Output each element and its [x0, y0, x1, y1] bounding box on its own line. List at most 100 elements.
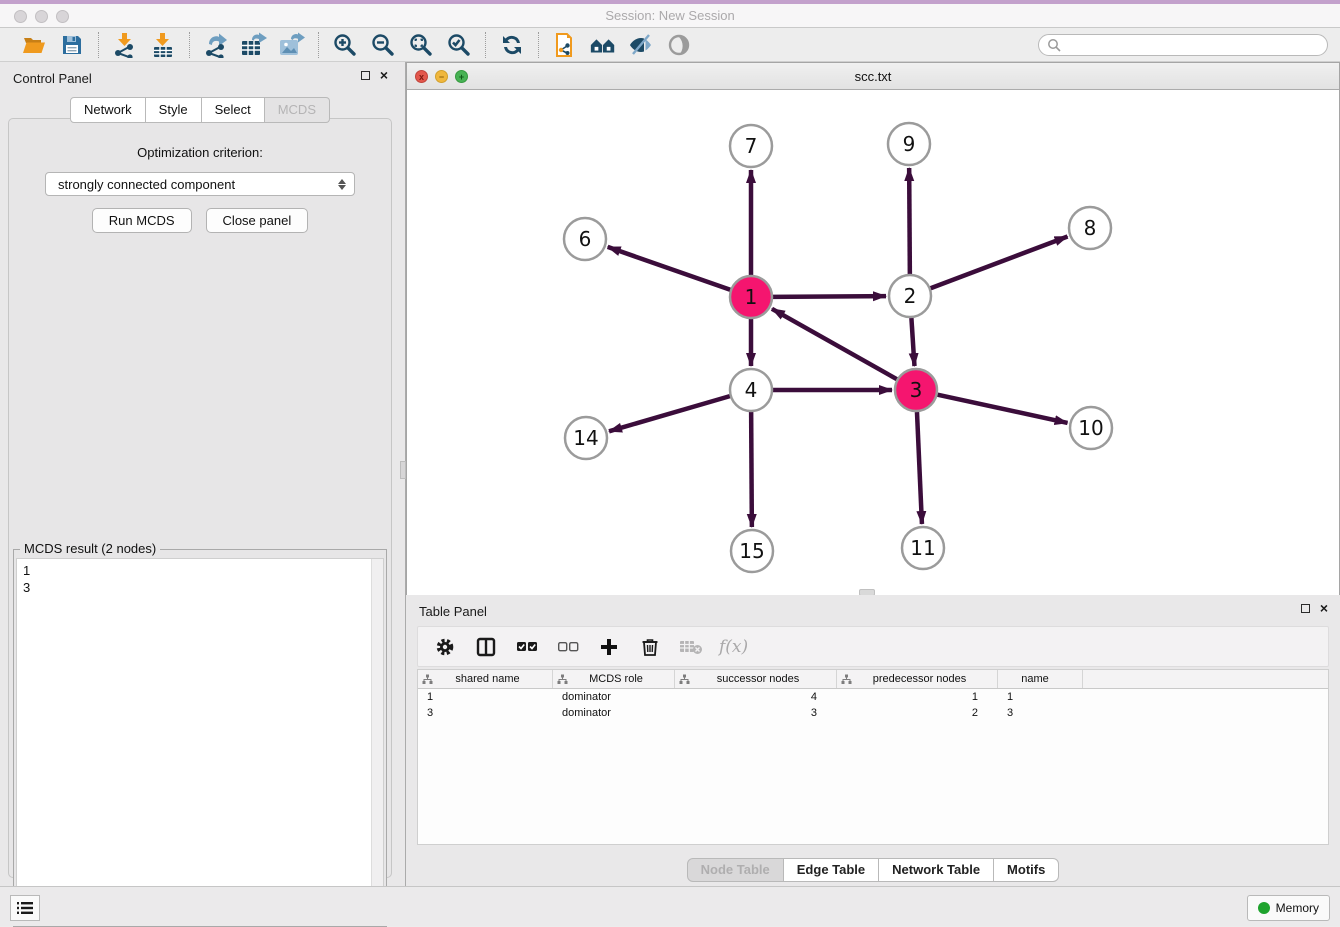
os-titlebar: Session: New Session	[0, 0, 1340, 28]
cell-0-2[interactable]: 4	[675, 691, 837, 703]
table-toolbar: f(x)	[417, 626, 1329, 667]
graph-node-label-11: 11	[910, 536, 935, 560]
close-panel-button[interactable]: Close panel	[206, 208, 309, 233]
control-panel-tabs: Network Style Select MCDS	[0, 97, 400, 123]
settings-gear-icon[interactable]	[432, 634, 458, 660]
export-network-icon[interactable]	[202, 31, 230, 59]
unselect-all-icon[interactable]	[555, 634, 581, 660]
graph-node-label-15: 15	[739, 539, 764, 563]
tab-select[interactable]: Select	[202, 97, 265, 123]
cell-1-1[interactable]: dominator	[553, 707, 675, 719]
network-window-title: scc.txt	[407, 69, 1339, 84]
graph-node-label-2: 2	[904, 284, 917, 308]
titlebar-accent-strip	[0, 0, 1340, 4]
export-image-icon[interactable]	[278, 31, 306, 59]
close-panel-icon[interactable]: ×	[380, 71, 388, 80]
cell-1-4[interactable]: 3	[998, 707, 1083, 719]
graph-edge-2-8[interactable]	[931, 236, 1068, 288]
delete-table-icon	[678, 634, 704, 660]
network-canvas[interactable]: 1234678910111415	[407, 90, 1339, 595]
table-header-row: shared nameMCDS rolesuccessor nodesprede…	[418, 670, 1328, 689]
graph-edge-2-3[interactable]	[911, 318, 914, 366]
graph-edge-1-6[interactable]	[608, 247, 731, 290]
graph-edge-4-15[interactable]	[751, 412, 752, 527]
result-scrollbar[interactable]	[371, 559, 383, 923]
import-network-icon[interactable]	[111, 31, 139, 59]
column-header-name[interactable]: name	[998, 670, 1083, 688]
memory-button[interactable]: Memory	[1247, 895, 1330, 921]
import-table-icon[interactable]	[149, 31, 177, 59]
cell-0-4[interactable]: 1	[998, 691, 1083, 703]
tab-style[interactable]: Style	[146, 97, 202, 123]
tab-motifs[interactable]: Motifs	[994, 858, 1059, 882]
export-table-icon[interactable]	[240, 31, 268, 59]
network-window-titlebar: x − + scc.txt	[407, 63, 1339, 90]
graph-node-label-8: 8	[1084, 216, 1097, 240]
run-mcds-button[interactable]: Run MCDS	[92, 208, 192, 233]
table-panel-title: Table Panel	[419, 604, 487, 619]
network-view-window: x − + scc.txt 1234678910111415	[406, 62, 1340, 595]
zoom-selected-icon[interactable]	[445, 31, 473, 59]
search-field[interactable]	[1038, 34, 1328, 56]
graph-edge-3-10[interactable]	[937, 395, 1067, 423]
select-all-icon[interactable]	[514, 634, 540, 660]
graph-node-label-6: 6	[579, 227, 592, 251]
column-layout-icon[interactable]	[473, 634, 499, 660]
add-column-icon[interactable]	[596, 634, 622, 660]
float-table-panel-icon[interactable]	[1301, 604, 1310, 613]
attribute-tree-icon	[422, 674, 433, 685]
tab-network[interactable]: Network	[70, 97, 146, 123]
search-input[interactable]	[1066, 38, 1319, 52]
cell-0-0[interactable]: 1	[418, 691, 553, 703]
graph-node-label-9: 9	[903, 132, 916, 156]
save-icon[interactable]	[58, 31, 86, 59]
graph-node-label-10: 10	[1078, 416, 1103, 440]
node-table[interactable]: shared nameMCDS rolesuccessor nodesprede…	[417, 669, 1329, 845]
column-header-shared-name[interactable]: shared name	[418, 670, 553, 688]
tab-edge-table[interactable]: Edge Table	[784, 858, 879, 882]
column-header-predecessor-nodes[interactable]: predecessor nodes	[837, 670, 998, 688]
delete-column-icon[interactable]	[637, 634, 663, 660]
optimization-criterion-label: Optimization criterion:	[9, 145, 391, 160]
graph-edge-3-1[interactable]	[772, 309, 897, 379]
refresh-layout-icon[interactable]	[498, 31, 526, 59]
duplicate-network-icon[interactable]	[551, 31, 579, 59]
main-toolbar	[0, 28, 1340, 62]
graph-edge-4-14[interactable]	[609, 396, 730, 431]
table-row-0[interactable]: 1dominator411	[418, 689, 1328, 705]
tab-network-table[interactable]: Network Table	[879, 858, 994, 882]
zoom-fit-icon[interactable]	[407, 31, 435, 59]
zoom-out-icon[interactable]	[369, 31, 397, 59]
graph-edge-1-2[interactable]	[773, 296, 886, 297]
column-header-MCDS-role[interactable]: MCDS role	[553, 670, 675, 688]
show-all-icon[interactable]	[665, 31, 693, 59]
task-history-button[interactable]	[10, 895, 40, 921]
memory-label: Memory	[1276, 901, 1319, 915]
close-table-panel-icon[interactable]: ×	[1320, 604, 1328, 613]
neighborhood-icon[interactable]	[589, 31, 617, 59]
graph-node-label-3: 3	[910, 378, 923, 402]
zoom-in-icon[interactable]	[331, 31, 359, 59]
attribute-tree-icon	[679, 674, 690, 685]
float-panel-icon[interactable]	[361, 71, 370, 80]
tab-node-table[interactable]: Node Table	[687, 858, 784, 882]
cell-0-1[interactable]: dominator	[553, 691, 675, 703]
dropdown-stepper-icon	[338, 179, 346, 190]
cell-0-3[interactable]: 1	[837, 691, 998, 703]
graph-edge-3-11[interactable]	[917, 412, 922, 524]
column-header-successor-nodes[interactable]: successor nodes	[675, 670, 837, 688]
mcds-result-list[interactable]: 1 3	[17, 559, 371, 923]
criterion-dropdown[interactable]: strongly connected component	[45, 172, 355, 196]
graph-edge-2-9[interactable]	[909, 168, 910, 274]
hide-selected-icon[interactable]	[627, 31, 655, 59]
control-panel-title: Control Panel	[13, 71, 92, 86]
cell-1-2[interactable]: 3	[675, 707, 837, 719]
memory-status-icon	[1258, 902, 1270, 914]
cell-1-3[interactable]: 2	[837, 707, 998, 719]
cell-1-0[interactable]: 3	[418, 707, 553, 719]
table-tabs: Node Table Edge Table Network Table Moti…	[406, 858, 1340, 886]
table-row-1[interactable]: 3dominator323	[418, 705, 1328, 721]
tab-mcds[interactable]: MCDS	[265, 97, 330, 123]
open-folder-icon[interactable]	[20, 31, 48, 59]
list-icon	[16, 900, 34, 916]
